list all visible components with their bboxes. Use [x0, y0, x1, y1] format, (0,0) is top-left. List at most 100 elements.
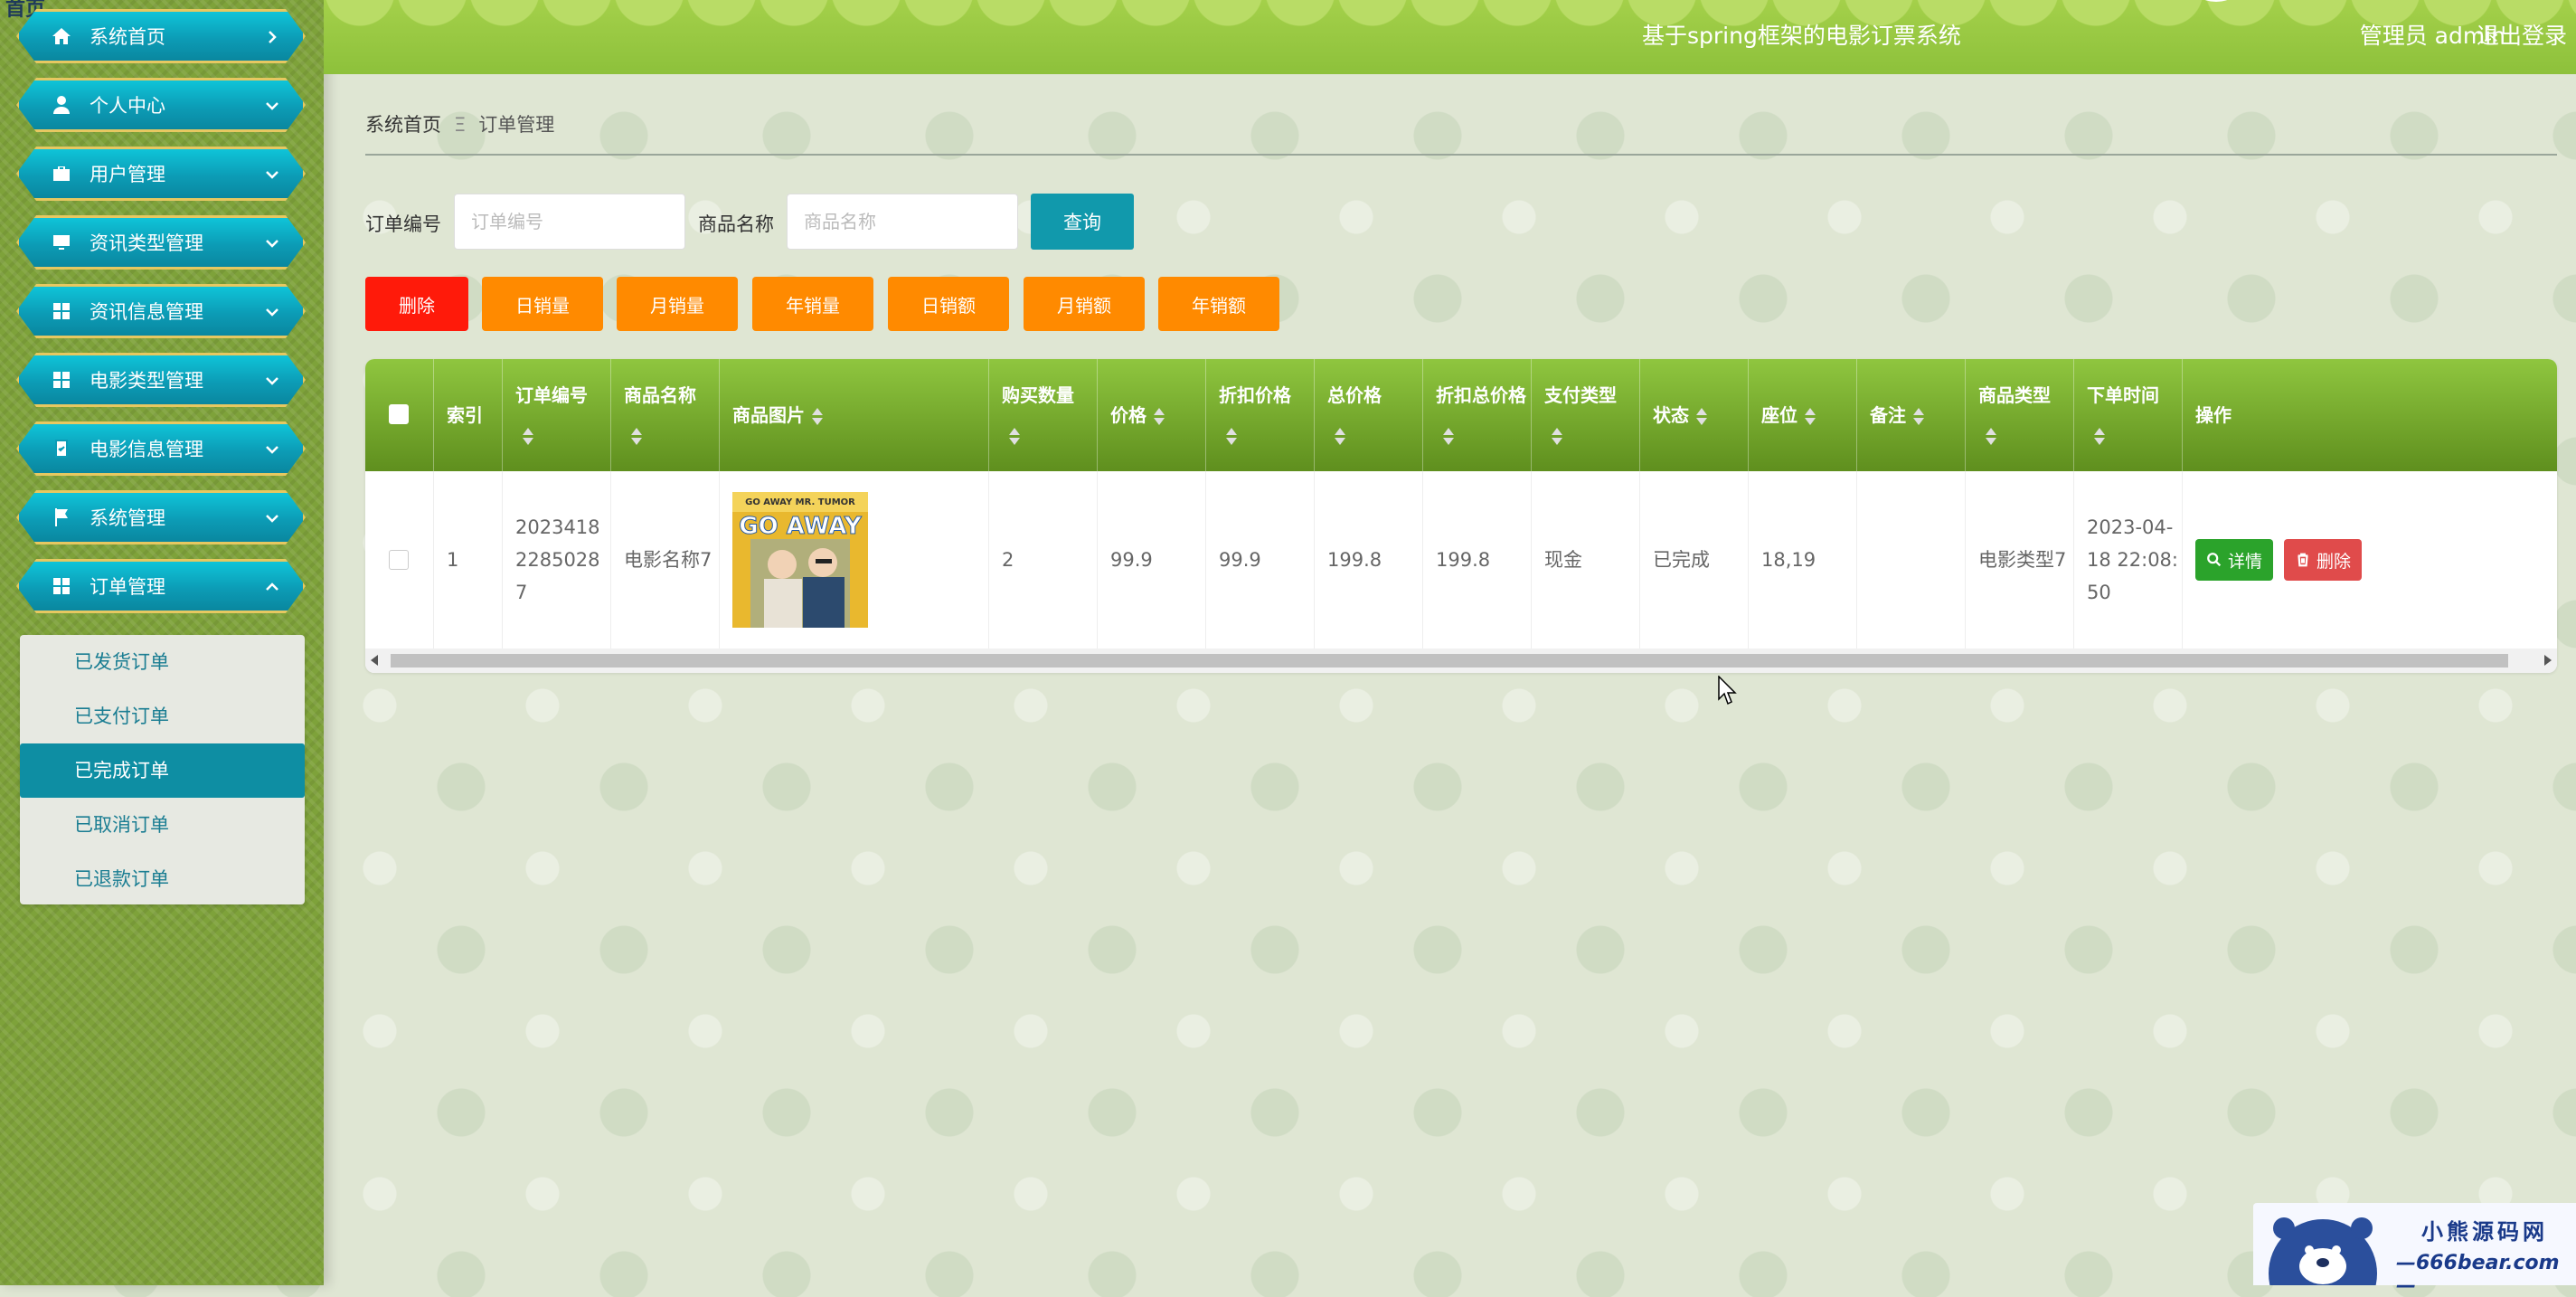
yearly-sales-qty-button[interactable]: 年销量 — [752, 277, 873, 331]
logout-link[interactable]: 退出登录 — [2477, 18, 2567, 51]
sort-icon[interactable] — [523, 427, 533, 447]
order-no-input[interactable] — [454, 194, 685, 250]
col-header-remark[interactable]: 备注 — [1857, 359, 1966, 471]
grid-icon — [50, 574, 73, 598]
flag-icon — [50, 506, 73, 529]
sidebar-item-label: 系统首页 — [90, 26, 165, 48]
sidebar-item-label: 电影类型管理 — [90, 370, 203, 392]
sidebar-item-movie-type[interactable]: 电影类型管理 — [16, 353, 306, 407]
scroll-left-icon[interactable] — [371, 655, 378, 666]
sidebar-item-label: 电影信息管理 — [90, 439, 203, 460]
sort-icon[interactable] — [1986, 427, 1996, 447]
svg-text:GO AWAY: GO AWAY — [739, 513, 863, 540]
monthly-sales-qty-button[interactable]: 月销量 — [617, 277, 738, 331]
submenu-cancelled-orders[interactable]: 已取消订单 — [20, 798, 305, 852]
cell-product-image: GO AWAY MR. TUMOR GO AWAY — [720, 471, 989, 648]
cell-status: 已完成 — [1640, 471, 1749, 648]
submenu-paid-orders[interactable]: 已支付订单 — [20, 689, 305, 743]
yearly-sales-amount-button[interactable]: 年销额 — [1158, 277, 1279, 331]
cell-index: 1 — [434, 471, 503, 648]
trash-icon — [2298, 553, 2308, 567]
cell-quantity: 2 — [989, 471, 1098, 648]
poster-title: GO AWAY MR. TUMOR — [745, 497, 855, 507]
scroll-right-icon[interactable] — [2544, 655, 2552, 666]
cell-order-no: 20234182285028 7 — [503, 471, 611, 648]
sort-icon[interactable] — [1443, 427, 1454, 447]
sidebar-item-home[interactable]: 系统首页 — [16, 9, 306, 63]
cell-seat: 18,19 — [1749, 471, 1857, 648]
sort-icon[interactable] — [1154, 407, 1165, 427]
col-header-product-name[interactable]: 商品名称 — [611, 359, 720, 471]
movie-poster-image[interactable]: GO AWAY MR. TUMOR GO AWAY — [732, 492, 868, 628]
user-icon — [50, 93, 73, 117]
order-submenu: 已发货订单 已支付订单 已完成订单 已取消订单 已退款订单 — [20, 635, 305, 904]
cell-total: 199.8 — [1315, 471, 1423, 648]
col-header-product-type[interactable]: 商品类型 — [1966, 359, 2074, 471]
daily-sales-qty-button[interactable]: 日销量 — [482, 277, 603, 331]
sidebar-item-system[interactable]: 系统管理 — [16, 490, 306, 544]
product-name-input[interactable] — [787, 194, 1018, 250]
grid-icon — [50, 368, 73, 392]
sidebar-item-personal-center[interactable]: 个人中心 — [16, 78, 306, 132]
sort-icon[interactable] — [1696, 407, 1707, 427]
col-header-order-no[interactable]: 订单编号 — [503, 359, 611, 471]
monthly-sales-amount-button[interactable]: 月销额 — [1024, 277, 1145, 331]
sidebar-item-order-management[interactable]: 订单管理 — [16, 559, 306, 613]
cell-pay-type: 现金 — [1532, 471, 1640, 648]
col-header-pay-type[interactable]: 支付类型 — [1532, 359, 1640, 471]
col-header-price[interactable]: 价格 — [1098, 359, 1206, 471]
sort-icon[interactable] — [812, 407, 823, 427]
sidebar-item-label: 资讯类型管理 — [90, 232, 203, 254]
col-header-status[interactable]: 状态 — [1640, 359, 1749, 471]
submenu-shipped-orders[interactable]: 已发货订单 — [20, 635, 305, 689]
cell-actions: 详情 删除 — [2183, 471, 2557, 648]
sidebar-item-news-info[interactable]: 资讯信息管理 — [16, 284, 306, 338]
sort-icon[interactable] — [1805, 407, 1816, 427]
sort-icon[interactable] — [1552, 427, 1562, 447]
chevron-down-icon — [263, 166, 281, 184]
submenu-completed-orders[interactable]: 已完成订单 — [20, 743, 305, 798]
cell-product-name: 电影名称7 — [611, 471, 720, 648]
sort-icon[interactable] — [1226, 427, 1237, 447]
col-header-quantity[interactable]: 购买数量 — [989, 359, 1098, 471]
search-icon — [2207, 553, 2222, 567]
breadcrumb-home[interactable]: 系统首页 — [365, 114, 441, 136]
breadcrumb-divider — [365, 154, 2557, 156]
home-icon — [50, 24, 73, 48]
clipboard-check-icon — [50, 437, 73, 460]
daily-sales-amount-button[interactable]: 日销额 — [888, 277, 1009, 331]
chevron-down-icon — [263, 234, 281, 252]
col-header-order-time[interactable]: 下单时间 — [2074, 359, 2183, 471]
sidebar-item-news-type[interactable]: 资讯类型管理 — [16, 215, 306, 270]
cell-order-time: 2023-04-18 22:08:50 — [2074, 471, 2183, 648]
sort-icon[interactable] — [1913, 407, 1924, 427]
sidebar-item-user-management[interactable]: 用户管理 — [16, 147, 306, 201]
breadcrumb: 系统首页 Ξ 订单管理 — [365, 110, 554, 137]
col-header-discount-total[interactable]: 折扣总价格 — [1423, 359, 1532, 471]
orders-table: 索引 订单编号 商品名称 商品图片 购买数量 价格 折扣价格 总价格 折扣总价格… — [365, 359, 2557, 673]
select-all-checkbox[interactable] — [389, 404, 409, 424]
horizontal-scrollbar[interactable] — [365, 648, 2557, 673]
sort-icon[interactable] — [2094, 427, 2105, 447]
sort-icon[interactable] — [1009, 427, 1020, 447]
query-button[interactable]: 查询 — [1031, 194, 1134, 250]
submenu-refunded-orders[interactable]: 已退款订单 — [20, 852, 305, 906]
bear-logo-icon — [2269, 1217, 2377, 1285]
col-header-product-image[interactable]: 商品图片 — [720, 359, 989, 471]
sort-icon[interactable] — [1335, 427, 1345, 447]
detail-button[interactable]: 详情 — [2195, 539, 2274, 581]
batch-delete-button[interactable]: 删除 — [365, 277, 468, 331]
row-checkbox[interactable] — [389, 550, 409, 570]
col-header-total[interactable]: 总价格 — [1315, 359, 1423, 471]
table-header: 索引 订单编号 商品名称 商品图片 购买数量 价格 折扣价格 总价格 折扣总价格… — [365, 359, 2557, 471]
sidebar-item-movie-info[interactable]: 电影信息管理 — [16, 421, 306, 476]
select-all-cell — [365, 359, 434, 471]
col-header-discount-price[interactable]: 折扣价格 — [1206, 359, 1315, 471]
sort-icon[interactable] — [631, 427, 642, 447]
chevron-down-icon — [263, 372, 281, 390]
row-delete-button[interactable]: 删除 — [2284, 539, 2363, 581]
col-header-seat[interactable]: 座位 — [1749, 359, 1857, 471]
header-wave-decoration — [324, 0, 2576, 36]
scrollbar-thumb[interactable] — [391, 654, 2508, 667]
cell-product-type: 电影类型7 — [1966, 471, 2074, 648]
